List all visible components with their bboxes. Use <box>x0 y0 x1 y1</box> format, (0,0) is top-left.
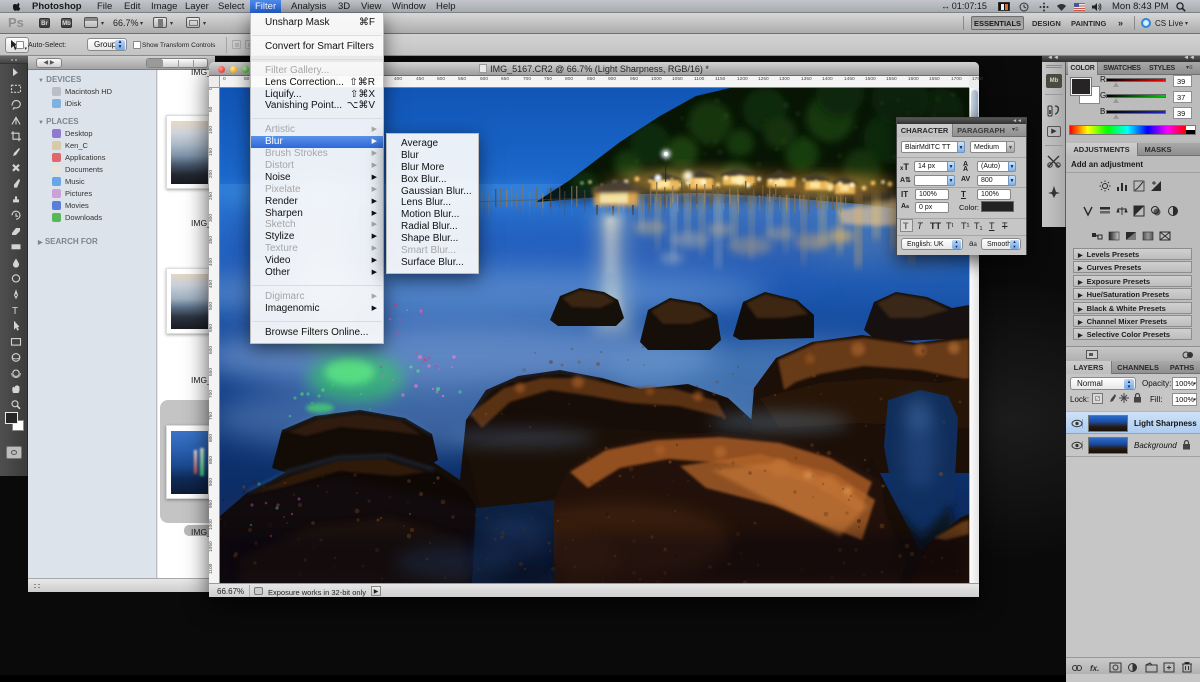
svg-text:fx.: fx. <box>1090 664 1099 673</box>
svg-text:T: T <box>12 306 18 317</box>
